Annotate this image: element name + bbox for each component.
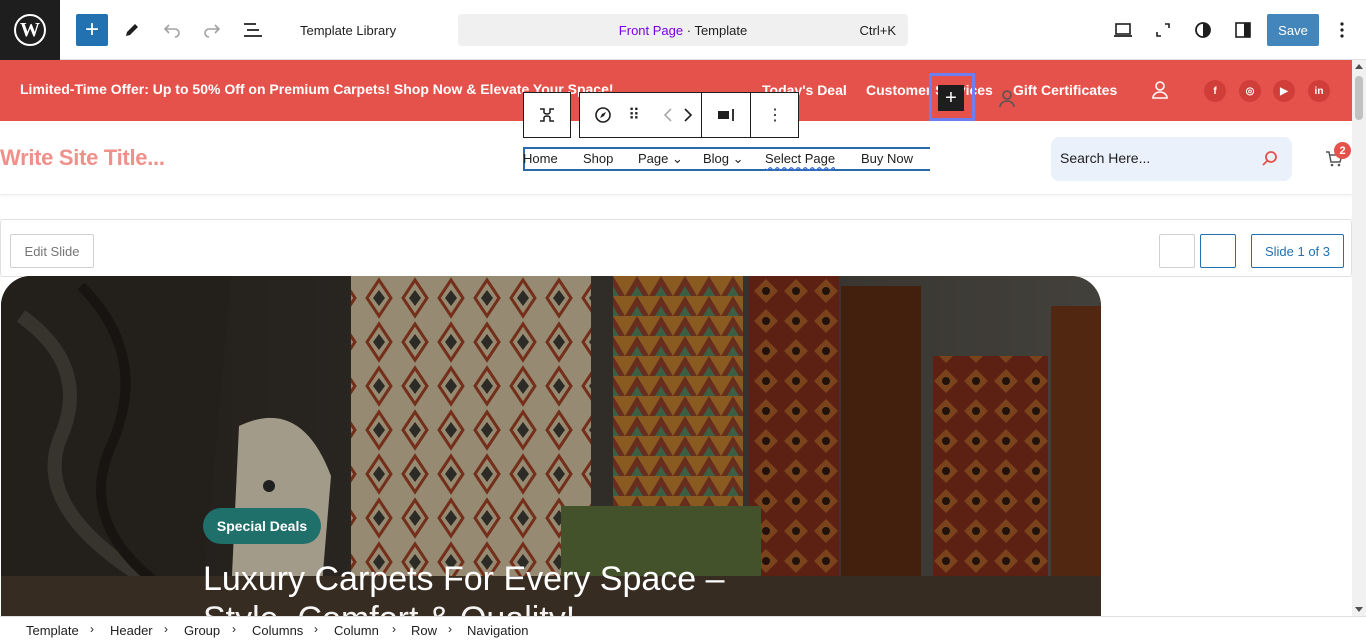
canvas-scrollbar[interactable] bbox=[1352, 60, 1366, 616]
search-icon[interactable] bbox=[1261, 149, 1279, 167]
chevron-right-icon: › bbox=[314, 622, 318, 636]
hero-title[interactable]: Luxury Carpets For Every Space – bbox=[203, 560, 725, 599]
account-user-icon[interactable] bbox=[997, 89, 1017, 109]
wordpress-logo[interactable]: W bbox=[0, 0, 60, 60]
nav-item-home[interactable]: Home bbox=[523, 151, 558, 166]
chevron-right-icon: › bbox=[90, 622, 94, 636]
youtube-icon[interactable]: ▶ bbox=[1273, 80, 1295, 102]
nav-item-blog[interactable]: Blog ⌄ bbox=[703, 151, 744, 167]
promo-user-icon[interactable] bbox=[1150, 80, 1170, 100]
breadcrumb-header[interactable]: Header bbox=[110, 623, 153, 638]
search-input[interactable]: Search Here... bbox=[1060, 150, 1150, 166]
chevron-right-icon: › bbox=[232, 622, 236, 636]
slide-counter[interactable]: Slide 1 of 3 bbox=[1251, 234, 1344, 268]
nav-item-shop[interactable]: Shop bbox=[583, 151, 613, 166]
settings-sidebar-icon[interactable] bbox=[1231, 18, 1255, 42]
instagram-icon[interactable]: ◎ bbox=[1239, 80, 1261, 102]
navigation-compass-icon[interactable] bbox=[580, 93, 626, 137]
scroll-up-icon[interactable] bbox=[1355, 64, 1363, 69]
fullscreen-icon[interactable] bbox=[1151, 18, 1175, 42]
add-block-button[interactable]: + bbox=[76, 14, 108, 46]
add-nav-item-button[interactable]: + bbox=[938, 85, 964, 111]
navigation-block[interactable]: Home Shop Page ⌄ Blog ⌄ Select Page Buy … bbox=[523, 147, 930, 171]
redo-icon[interactable] bbox=[200, 18, 224, 42]
command-shortcut: Ctrl+K bbox=[859, 23, 896, 38]
more-options-icon[interactable]: ⋮ bbox=[751, 93, 799, 137]
justify-right-icon[interactable] bbox=[702, 93, 750, 137]
block-parent-selector[interactable] bbox=[523, 92, 571, 138]
cart-count-badge: 2 bbox=[1334, 142, 1351, 159]
edit-slide-button[interactable]: Edit Slide bbox=[10, 234, 94, 268]
edit-pencil-icon[interactable] bbox=[120, 18, 144, 42]
move-arrows-icon[interactable] bbox=[652, 93, 704, 137]
command-separator: · bbox=[683, 23, 695, 38]
search-box[interactable]: Search Here... bbox=[1051, 137, 1292, 181]
command-type: Template bbox=[694, 23, 748, 38]
undo-icon[interactable] bbox=[160, 18, 184, 42]
slide-next-button[interactable] bbox=[1200, 234, 1236, 268]
wordpress-icon: W bbox=[14, 14, 46, 46]
chevron-right-icon: › bbox=[164, 622, 168, 636]
slide-prev-button[interactable] bbox=[1159, 234, 1195, 268]
breadcrumb-column[interactable]: Column bbox=[334, 623, 379, 638]
breadcrumb-navigation[interactable]: Navigation bbox=[467, 623, 528, 638]
gift-certificates-link[interactable]: Gift Certificates bbox=[1013, 82, 1117, 98]
template-library-link[interactable]: Template Library bbox=[300, 23, 396, 38]
breadcrumb-row[interactable]: Row bbox=[411, 623, 437, 638]
scroll-thumb[interactable] bbox=[1355, 76, 1363, 120]
facebook-icon[interactable]: f bbox=[1204, 80, 1226, 102]
scroll-down-icon[interactable] bbox=[1355, 607, 1363, 612]
editor-topbar: W + Template Library Front Page · Templa… bbox=[0, 0, 1366, 60]
save-button[interactable]: Save bbox=[1267, 14, 1319, 46]
block-breadcrumb: Template › Header › Group › Columns › Co… bbox=[0, 616, 1366, 641]
slider-controls: Edit Slide Slide 1 of 3 bbox=[0, 219, 1352, 277]
command-palette-bar[interactable]: Front Page · Template Ctrl+K bbox=[458, 14, 908, 46]
parent-block-icon[interactable] bbox=[524, 93, 570, 137]
command-page: Front Page bbox=[618, 23, 684, 38]
options-menu-icon[interactable] bbox=[1330, 18, 1354, 42]
nav-item-select-page[interactable]: Select Page bbox=[765, 151, 835, 166]
linkedin-icon[interactable]: in bbox=[1308, 80, 1330, 102]
chevron-right-icon: › bbox=[448, 622, 452, 636]
nav-item-buy-now[interactable]: Buy Now bbox=[861, 151, 913, 166]
document-overview-icon[interactable] bbox=[240, 18, 264, 42]
site-title[interactable]: Write Site Title... bbox=[0, 145, 165, 171]
drag-handle-icon[interactable]: ⠿ bbox=[622, 93, 646, 137]
breadcrumb-group[interactable]: Group bbox=[184, 623, 220, 638]
block-toolbar: ⠿ ⋮ bbox=[579, 92, 799, 138]
chevron-right-icon: › bbox=[392, 622, 396, 636]
desktop-preview-icon[interactable] bbox=[1111, 18, 1135, 42]
special-deals-badge: Special Deals bbox=[203, 508, 321, 544]
breadcrumb-columns[interactable]: Columns bbox=[252, 623, 303, 638]
breadcrumb-template[interactable]: Template bbox=[26, 623, 79, 638]
nav-item-page[interactable]: Page ⌄ bbox=[638, 151, 683, 167]
styles-icon[interactable] bbox=[1191, 18, 1215, 42]
